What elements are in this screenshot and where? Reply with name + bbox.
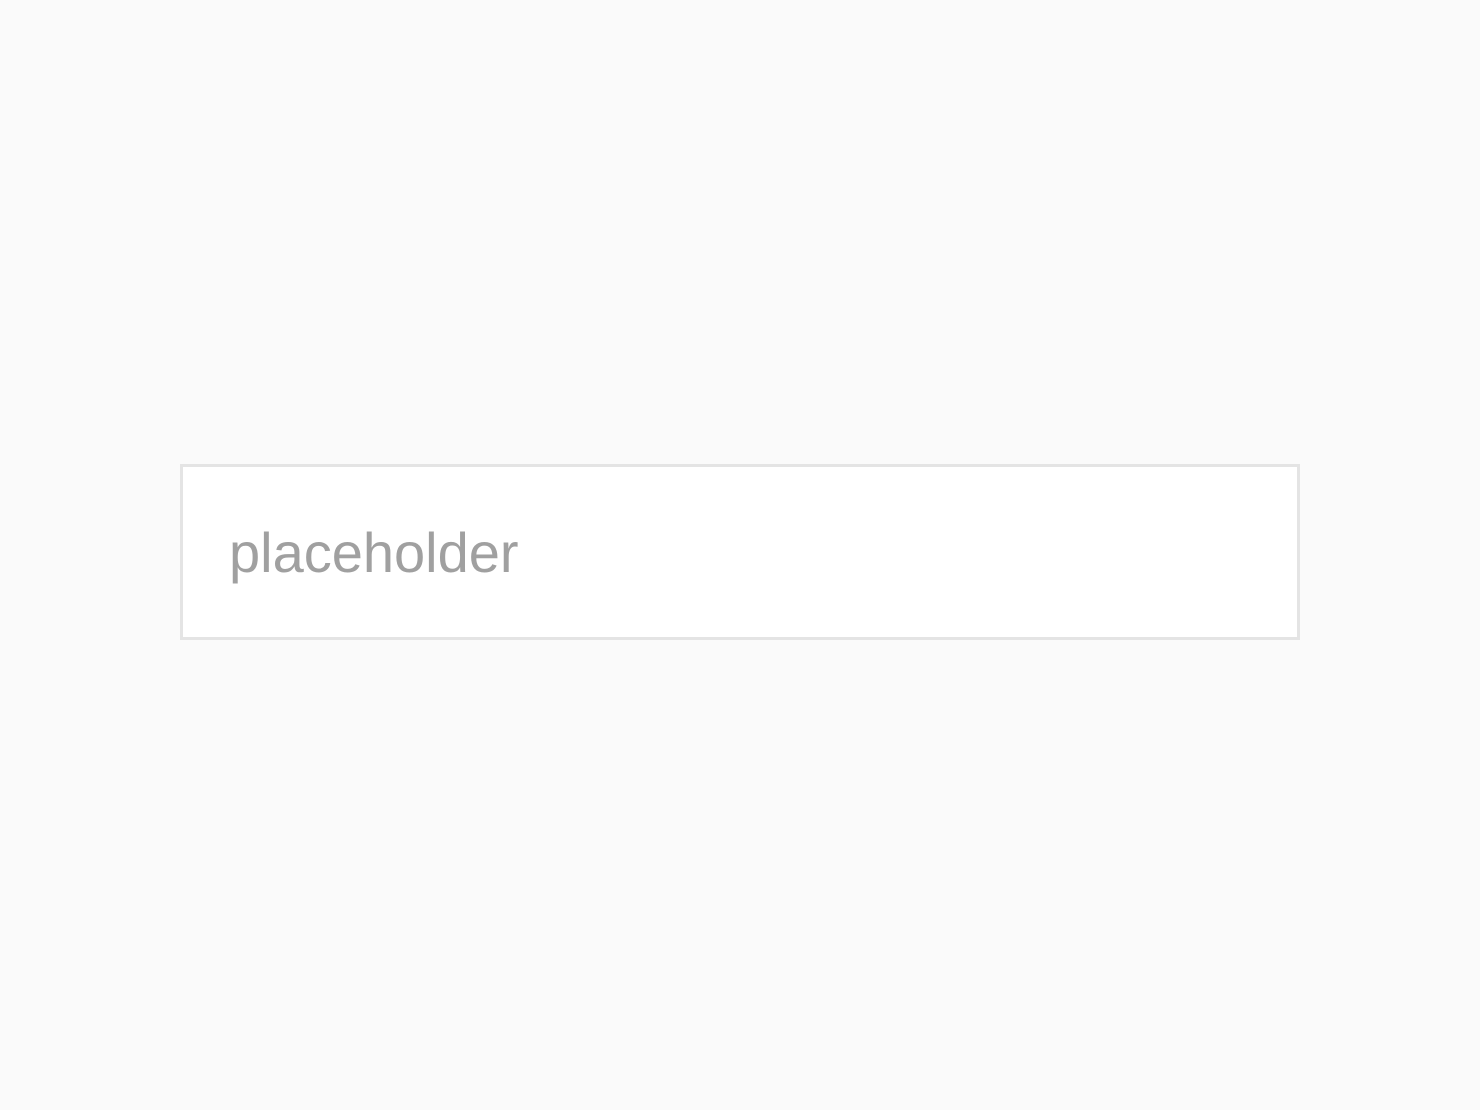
text-input[interactable] bbox=[180, 464, 1300, 640]
page bbox=[0, 0, 1480, 1110]
